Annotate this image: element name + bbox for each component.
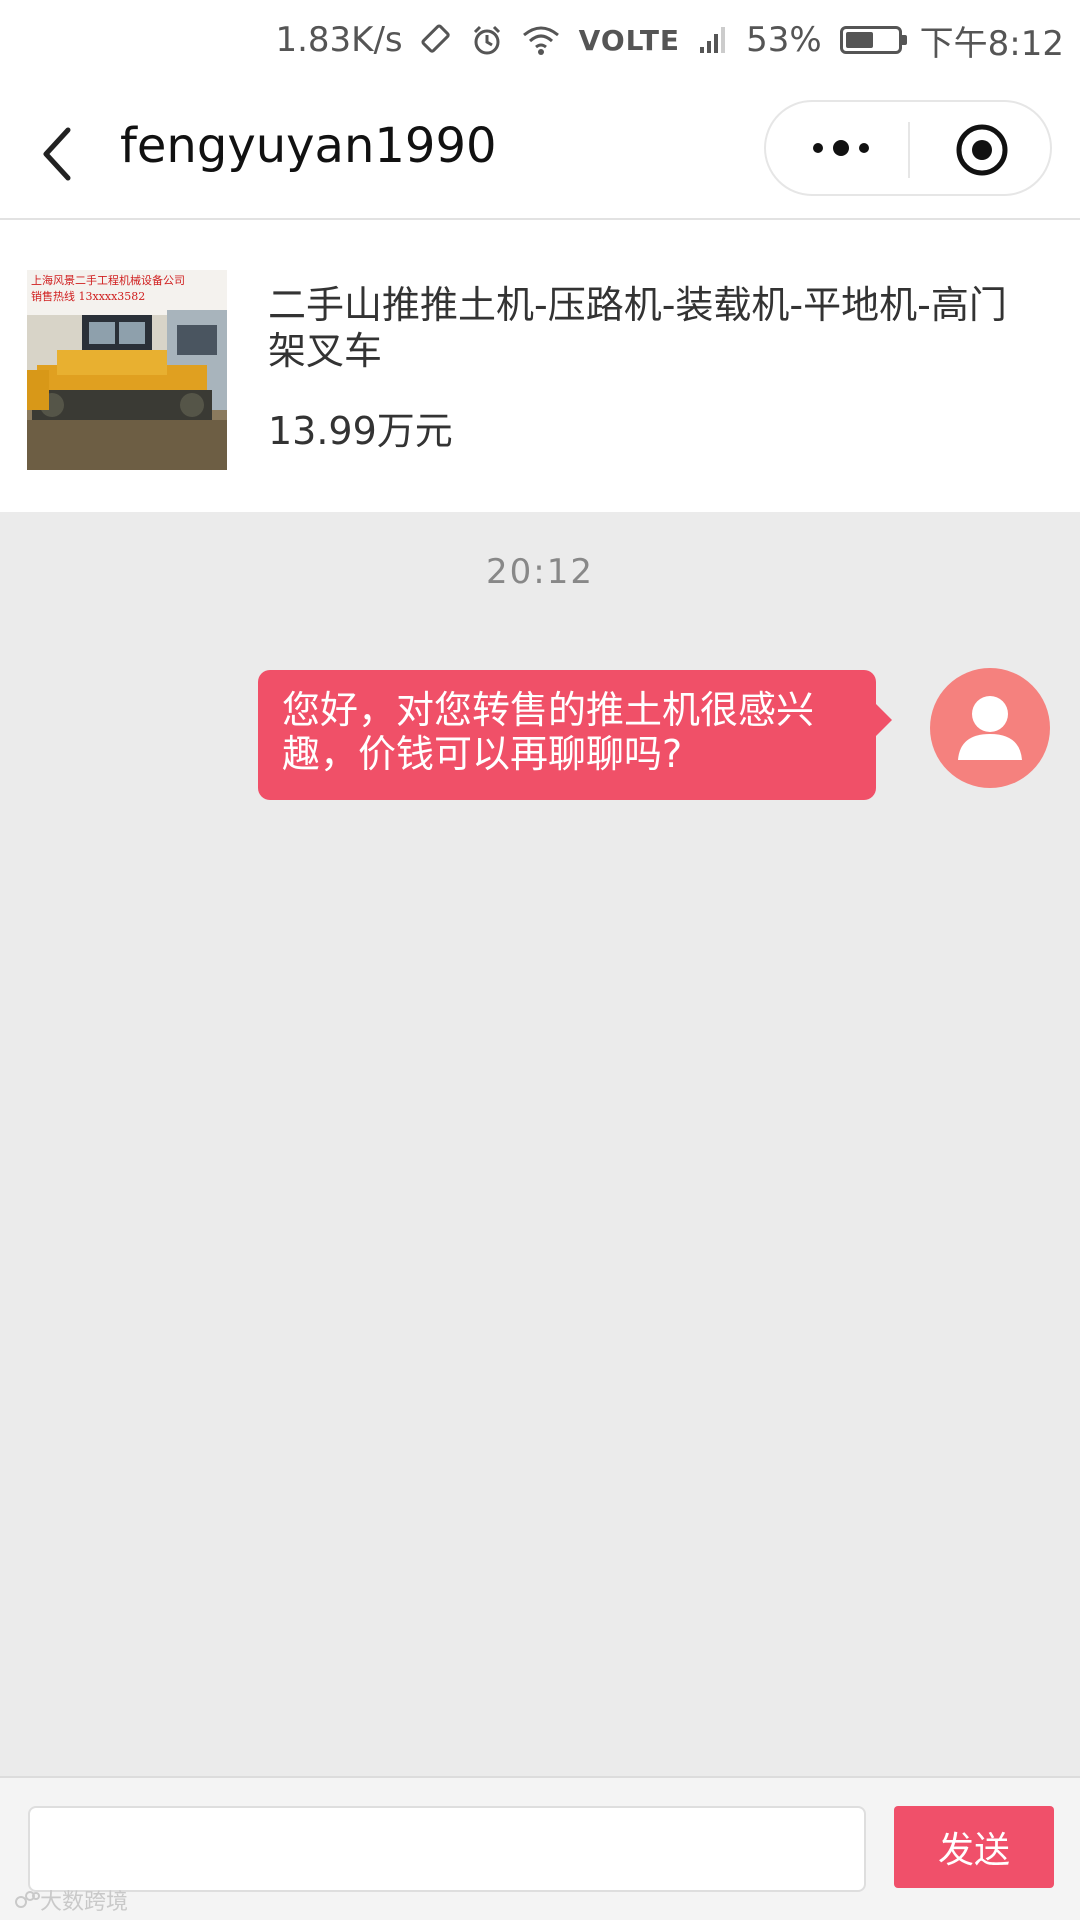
product-title[interactable]: 二手山推推土机-压路机-装载机-平地机-高门架叉车 <box>268 282 1028 374</box>
rotate-icon <box>421 24 453 56</box>
message-bubble-sent[interactable]: 您好，对您转售的推土机很感兴趣，价钱可以再聊聊吗? <box>258 670 892 800</box>
capsule-divider <box>908 122 910 178</box>
product-image[interactable]: 上海风景二手工程机械设备公司 销售热线 13xxxx3582 <box>27 270 227 470</box>
message-input[interactable] <box>28 1806 866 1892</box>
chevron-left-icon <box>43 127 71 181</box>
clock: 下午8:12 <box>919 23 1064 64</box>
user-silhouette-icon <box>958 696 1022 760</box>
network-speed: 1.83K/s <box>275 20 403 60</box>
battery-percent: 53% <box>746 20 822 60</box>
signal-icon <box>698 25 728 55</box>
avatar[interactable] <box>930 668 1050 788</box>
watermark: 大数跨境 <box>14 1884 128 1916</box>
volte-label: VOLTE <box>578 23 681 57</box>
thumb-caption-1: 上海风景二手工程机械设备公司 <box>31 273 185 287</box>
watermark-text: 大数跨境 <box>40 1890 129 1915</box>
send-button[interactable]: 发送 <box>894 1806 1054 1888</box>
back-button[interactable] <box>30 114 90 194</box>
title-bar: fengyuyan1990 <box>0 80 1080 220</box>
alarm-icon <box>471 24 503 56</box>
product-price: 13.99万元 <box>268 409 453 453</box>
status-bar: 1.83K/s VOLTE 53% 下午8:12 <box>0 0 1080 80</box>
watermark-logo-icon <box>15 1891 40 1908</box>
battery-icon <box>839 26 907 54</box>
more-button[interactable] <box>806 126 876 170</box>
message-timestamp: 20:12 <box>486 552 594 592</box>
wifi-icon <box>521 24 561 56</box>
chat-screen: 1.83K/s VOLTE 53% 下午8:12 fengyuyan1990 上… <box>0 0 1080 1920</box>
miniprogram-capsule <box>764 100 1052 196</box>
thumb-caption-2: 销售热线 13xxxx3582 <box>31 289 145 303</box>
product-card[interactable]: 上海风景二手工程机械设备公司 销售热线 13xxxx3582 二手山推推土机-压… <box>0 220 1080 512</box>
close-miniprogram-button[interactable] <box>954 122 1010 178</box>
page-title: fengyuyan1990 <box>120 118 497 174</box>
target-circle-icon <box>956 124 1008 176</box>
more-dots-icon <box>813 140 869 156</box>
composer-bar: 发送 <box>0 1776 1080 1920</box>
